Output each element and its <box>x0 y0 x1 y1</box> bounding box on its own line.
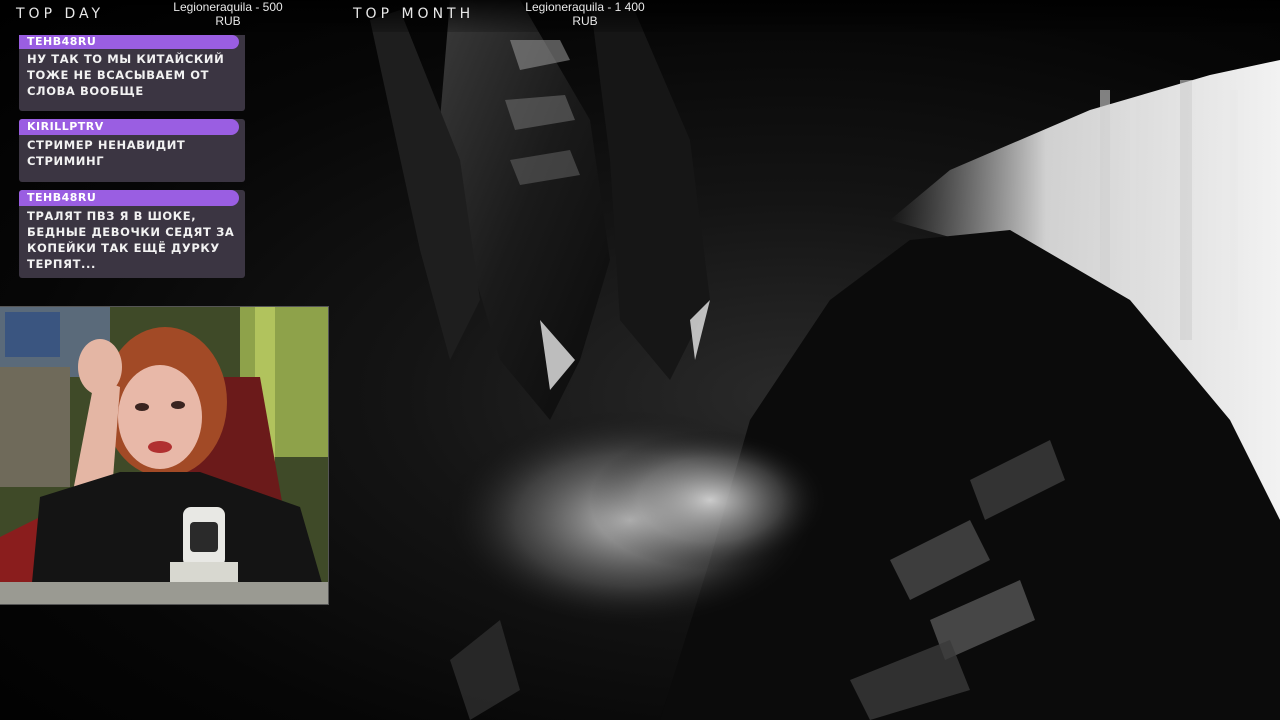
top-day-amount: Legioneraquila - 500 <box>173 0 283 14</box>
chat-overlay: TEHB48RU НУ ТАК ТО МЫ КИТАЙСКИЙ ТОЖЕ НЕ … <box>19 35 245 286</box>
webcam-feed <box>0 306 329 605</box>
chat-username: KIRILLPTRV <box>19 119 239 135</box>
armored-knight-artwork <box>370 0 1280 720</box>
chat-username: TEHB48RU <box>19 35 239 49</box>
top-month-label: TOP MONTH <box>353 6 475 22</box>
chat-text: СТРИМЕР НЕНАВИДИТ СТРИМИНГ <box>27 138 186 168</box>
game-scene <box>330 0 1280 720</box>
top-month-amount: Legioneraquila - 1 400 <box>525 0 645 14</box>
stream-frame: TOP DAY Legioneraquila - 500 RUB TOP MON… <box>0 0 1280 720</box>
top-month-donor: Legioneraquila - 1 400 RUB <box>514 0 656 28</box>
top-month-currency: RUB <box>572 14 598 28</box>
chat-text: НУ ТАК ТО МЫ КИТАЙСКИЙ ТОЖЕ НЕ ВСАСЫВАЕМ… <box>27 52 225 98</box>
chat-message: TEHB48RU НУ ТАК ТО МЫ КИТАЙСКИЙ ТОЖЕ НЕ … <box>19 35 245 111</box>
chat-message: KIRILLPTRV СТРИМЕР НЕНАВИДИТ СТРИМИНГ <box>19 119 245 182</box>
donation-top-bar: TOP DAY Legioneraquila - 500 RUB TOP MON… <box>0 0 1280 32</box>
streamer-webcam-icon <box>0 307 328 604</box>
chat-username: TEHB48RU <box>19 190 239 206</box>
top-day-donor: Legioneraquila - 500 RUB <box>158 0 298 28</box>
chat-text: ТРАЛЯТ ПВЗ Я В ШОКЕ, БЕДНЫЕ ДЕВОЧКИ СЕДЯ… <box>27 209 235 271</box>
top-day-label: TOP DAY <box>16 6 105 22</box>
chat-message: TEHB48RU ТРАЛЯТ ПВЗ Я В ШОКЕ, БЕДНЫЕ ДЕВ… <box>19 190 245 278</box>
top-day-currency: RUB <box>215 14 241 28</box>
